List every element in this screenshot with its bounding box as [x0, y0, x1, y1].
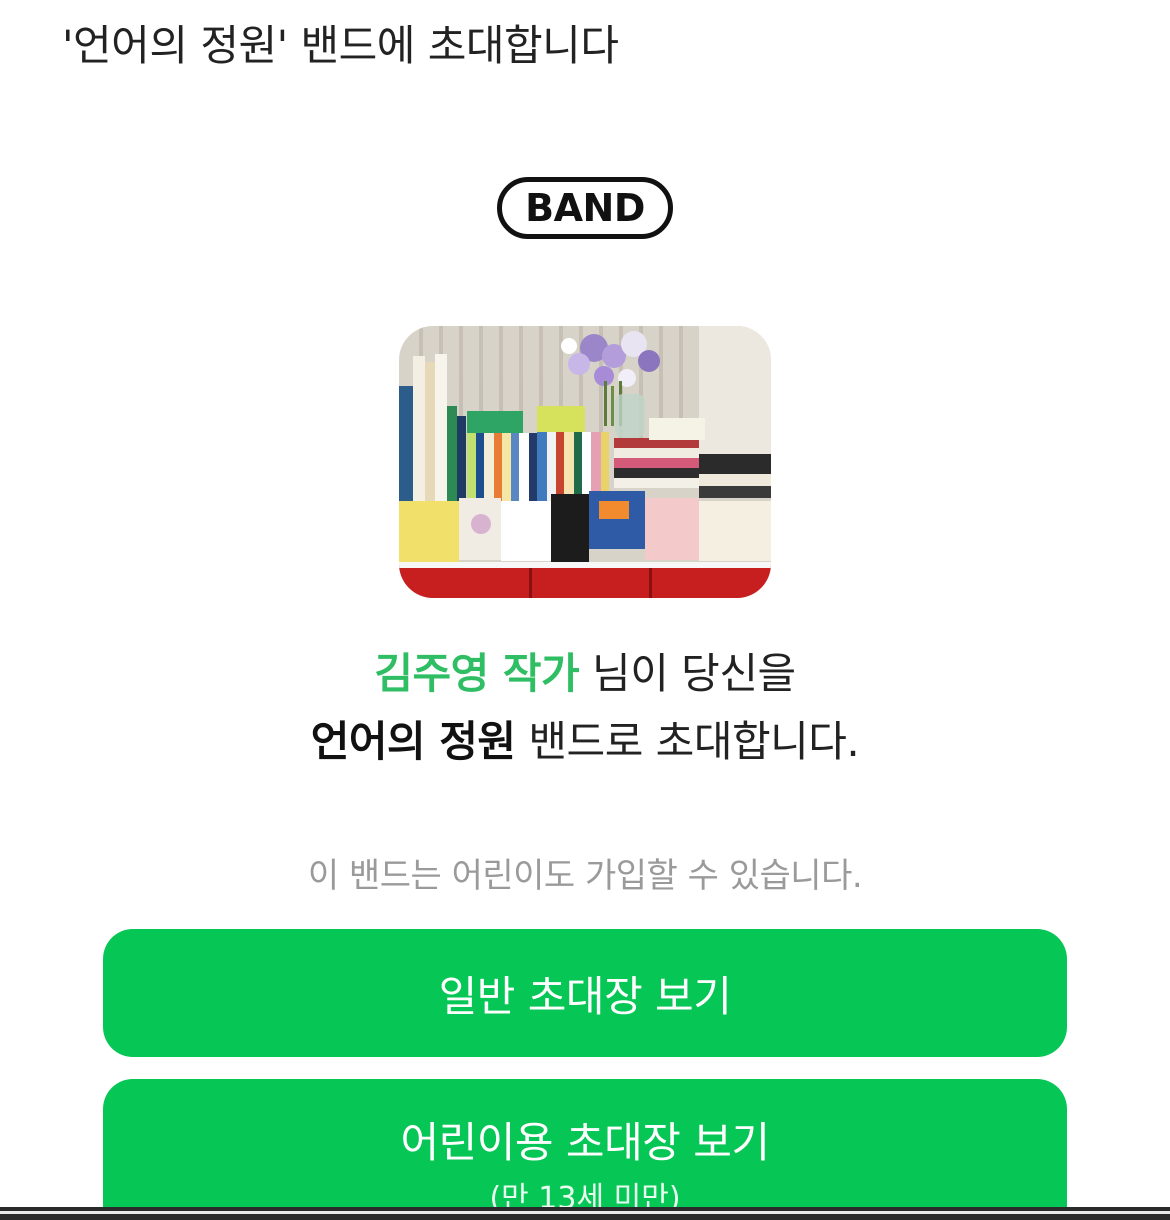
general-invitation-label: 일반 초대장 보기 [438, 971, 732, 1021]
invite-page: '언어의 정원' 밴드에 초대합니다 BAND 김주영 작가 님이 당신을 언어… [0, 0, 1170, 1207]
invite-line2-suffix: 밴드로 초대합니다. [515, 717, 860, 766]
kids-invitation-age-note: (만 13세 미만) [489, 1181, 681, 1207]
bottom-edge-line [0, 1211, 1170, 1214]
band-cover-image [399, 326, 771, 598]
band-logo: BAND [497, 177, 673, 239]
band-name: 언어의 정원 [310, 717, 516, 766]
invite-message-line2: 언어의 정원 밴드로 초대합니다. [0, 710, 1170, 774]
invite-message-line1: 김주영 작가 님이 당신을 [0, 642, 1170, 706]
kids-invitation-button[interactable]: 어린이용 초대장 보기 (만 13세 미만) [103, 1079, 1067, 1207]
inviter-name: 김주영 작가 [374, 649, 580, 698]
kids-allowed-notice: 이 밴드는 어린이도 가입할 수 있습니다. [307, 856, 863, 896]
general-invitation-button[interactable]: 일반 초대장 보기 [103, 929, 1067, 1057]
page-title: '언어의 정원' 밴드에 초대합니다 [62, 21, 619, 70]
invite-line1-suffix: 님이 당신을 [579, 649, 796, 698]
kids-invitation-label: 어린이용 초대장 보기 [400, 1118, 770, 1167]
